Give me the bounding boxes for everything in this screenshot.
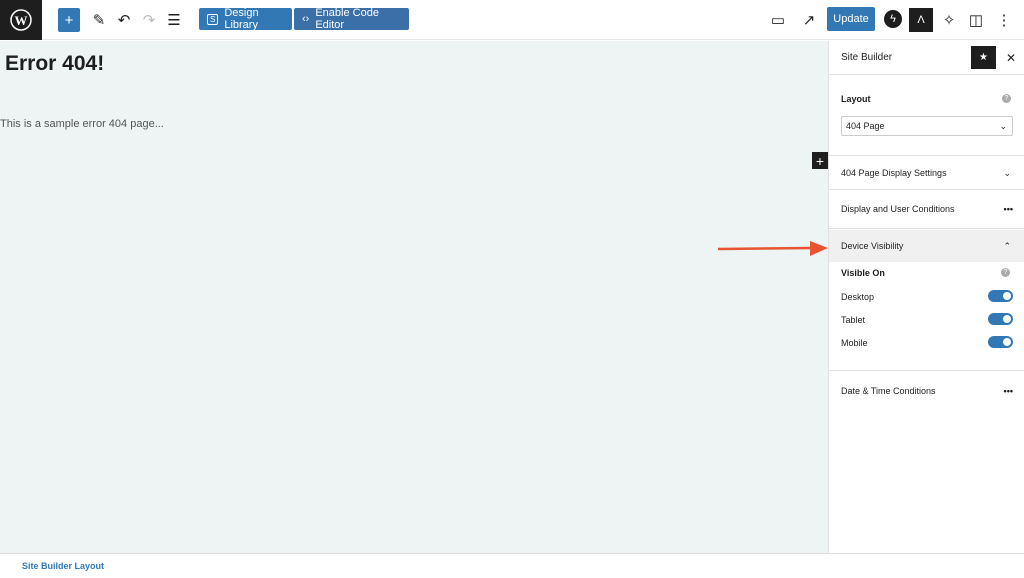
redo-icon[interactable]: ↷ (140, 8, 158, 32)
update-button[interactable]: Update (827, 7, 875, 31)
footer-bar: Site Builder Layout (0, 553, 1024, 578)
add-block-inline-button[interactable]: + (812, 152, 828, 169)
wordpress-logo-button[interactable]: W (0, 0, 42, 40)
external-link-icon[interactable]: ↗ (800, 8, 818, 32)
ai-sparkle-icon[interactable]: ✧ (940, 8, 958, 32)
section-date-time-conditions[interactable]: Date & Time Conditions ••• (829, 370, 1024, 410)
page-heading[interactable]: Error 404! (5, 52, 104, 76)
tablet-toggle[interactable] (988, 313, 1013, 325)
layout-select[interactable]: 404 Page ⌄ (841, 116, 1013, 136)
breadcrumb-site-builder-layout[interactable]: Site Builder Layout (22, 561, 104, 571)
page-paragraph[interactable]: This is a sample error 404 page... (0, 118, 164, 130)
site-builder-sidebar: Site Builder ★ ✕ Layout ? 404 Page ⌄ 404 … (828, 41, 1024, 553)
top-toolbar: W + ✎ ↶ ↷ ☰ S Design Library ‹› Enable Cod… (0, 0, 1024, 40)
section-device-visibility[interactable]: Device Visibility ⌃ (829, 230, 1024, 262)
edit-tool-icon[interactable]: ✎ (90, 8, 108, 32)
enable-code-editor-button[interactable]: ‹› Enable Code Editor (294, 7, 409, 31)
help-icon[interactable]: ? (1001, 268, 1010, 277)
mobile-toggle[interactable] (988, 336, 1013, 348)
undo-icon[interactable]: ↶ (115, 8, 133, 32)
sidebar-header: Site Builder ★ ✕ (829, 41, 1024, 75)
design-library-button[interactable]: S Design Library (199, 7, 292, 31)
chevron-down-icon: ⌄ (1003, 167, 1011, 178)
stackable-plugin-icon[interactable]: ϟ (884, 10, 902, 28)
preview-laptop-icon[interactable]: ▭ (769, 8, 787, 32)
section-display-user-conditions[interactable]: Display and User Conditions ••• (829, 190, 1024, 229)
section-404-display-settings[interactable]: 404 Page Display Settings ⌄ (829, 157, 1024, 190)
wordpress-icon: W (10, 9, 32, 31)
astra-plugin-icon[interactable]: Λ (909, 8, 933, 32)
svg-text:W: W (15, 13, 28, 28)
desktop-toggle[interactable] (988, 290, 1013, 302)
more-options-icon[interactable]: ••• (1004, 386, 1013, 396)
chevron-up-icon: ⌃ (1003, 240, 1011, 251)
stackable-icon: S (207, 13, 219, 25)
star-icon[interactable]: ★ (971, 46, 996, 69)
help-icon[interactable]: ? (1002, 94, 1011, 103)
settings-sidebar-icon[interactable]: ◫ (967, 8, 985, 32)
chevron-down-icon: ⌄ (999, 121, 1007, 131)
document-overview-icon[interactable]: ☰ (165, 8, 183, 32)
layout-panel: Layout ? 404 Page ⌄ (829, 76, 1024, 156)
more-options-icon[interactable]: ••• (1004, 204, 1013, 214)
code-icon: ‹› (302, 13, 310, 25)
close-icon[interactable]: ✕ (1006, 51, 1016, 65)
annotation-arrow (718, 241, 828, 256)
more-options-icon[interactable]: ⋮ (995, 8, 1013, 32)
add-block-button[interactable]: + (58, 8, 80, 32)
